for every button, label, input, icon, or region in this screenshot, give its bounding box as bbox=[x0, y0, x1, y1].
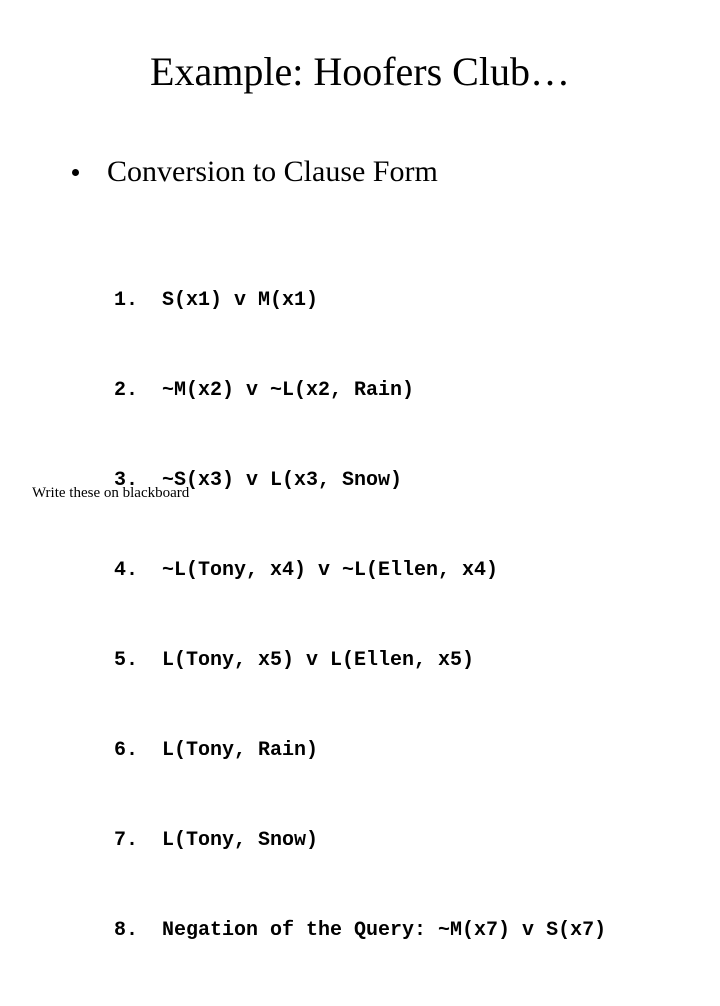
list-item: 5. L(Tony, x5) v L(Ellen, x5) bbox=[114, 646, 606, 676]
clause-number: 7. bbox=[114, 826, 162, 856]
clause-text: L(Tony, Snow) bbox=[162, 826, 318, 856]
list-item: 8. Negation of the Query: ~M(x7) v S(x7) bbox=[114, 916, 606, 946]
clause-number: 8. bbox=[114, 916, 162, 946]
bullet-text: Conversion to Clause Form bbox=[107, 155, 438, 189]
clause-number: 5. bbox=[114, 646, 162, 676]
list-item: 7. L(Tony, Snow) bbox=[114, 826, 606, 856]
list-item: 1. S(x1) v M(x1) bbox=[114, 286, 606, 316]
clause-text: S(x1) v M(x1) bbox=[162, 286, 318, 316]
clause-text: ~L(Tony, x4) v ~L(Ellen, x4) bbox=[162, 556, 498, 586]
clause-number: 1. bbox=[114, 286, 162, 316]
clause-number: 2. bbox=[114, 376, 162, 406]
clause-number: 4. bbox=[114, 556, 162, 586]
clause-text: Negation of the Query: ~M(x7) v S(x7) bbox=[162, 916, 606, 946]
list-item: 4. ~L(Tony, x4) v ~L(Ellen, x4) bbox=[114, 556, 606, 586]
bullet-item: Conversion to Clause Form bbox=[72, 155, 438, 189]
clause-text: L(Tony, Rain) bbox=[162, 736, 318, 766]
clause-text: ~M(x2) v ~L(x2, Rain) bbox=[162, 376, 414, 406]
clause-list: 1. S(x1) v M(x1) 2. ~M(x2) v ~L(x2, Rain… bbox=[114, 226, 606, 1006]
slide: Example: Hoofers Club… Conversion to Cla… bbox=[0, 0, 720, 540]
clause-text: L(Tony, x5) v L(Ellen, x5) bbox=[162, 646, 474, 676]
list-item: 2. ~M(x2) v ~L(x2, Rain) bbox=[114, 376, 606, 406]
clause-text: ~S(x3) v L(x3, Snow) bbox=[162, 466, 402, 496]
clause-number: 6. bbox=[114, 736, 162, 766]
footnote: Write these on blackboard bbox=[32, 485, 189, 502]
slide-title: Example: Hoofers Club… bbox=[0, 48, 720, 95]
bullet-icon bbox=[72, 169, 79, 176]
list-item: 6. L(Tony, Rain) bbox=[114, 736, 606, 766]
